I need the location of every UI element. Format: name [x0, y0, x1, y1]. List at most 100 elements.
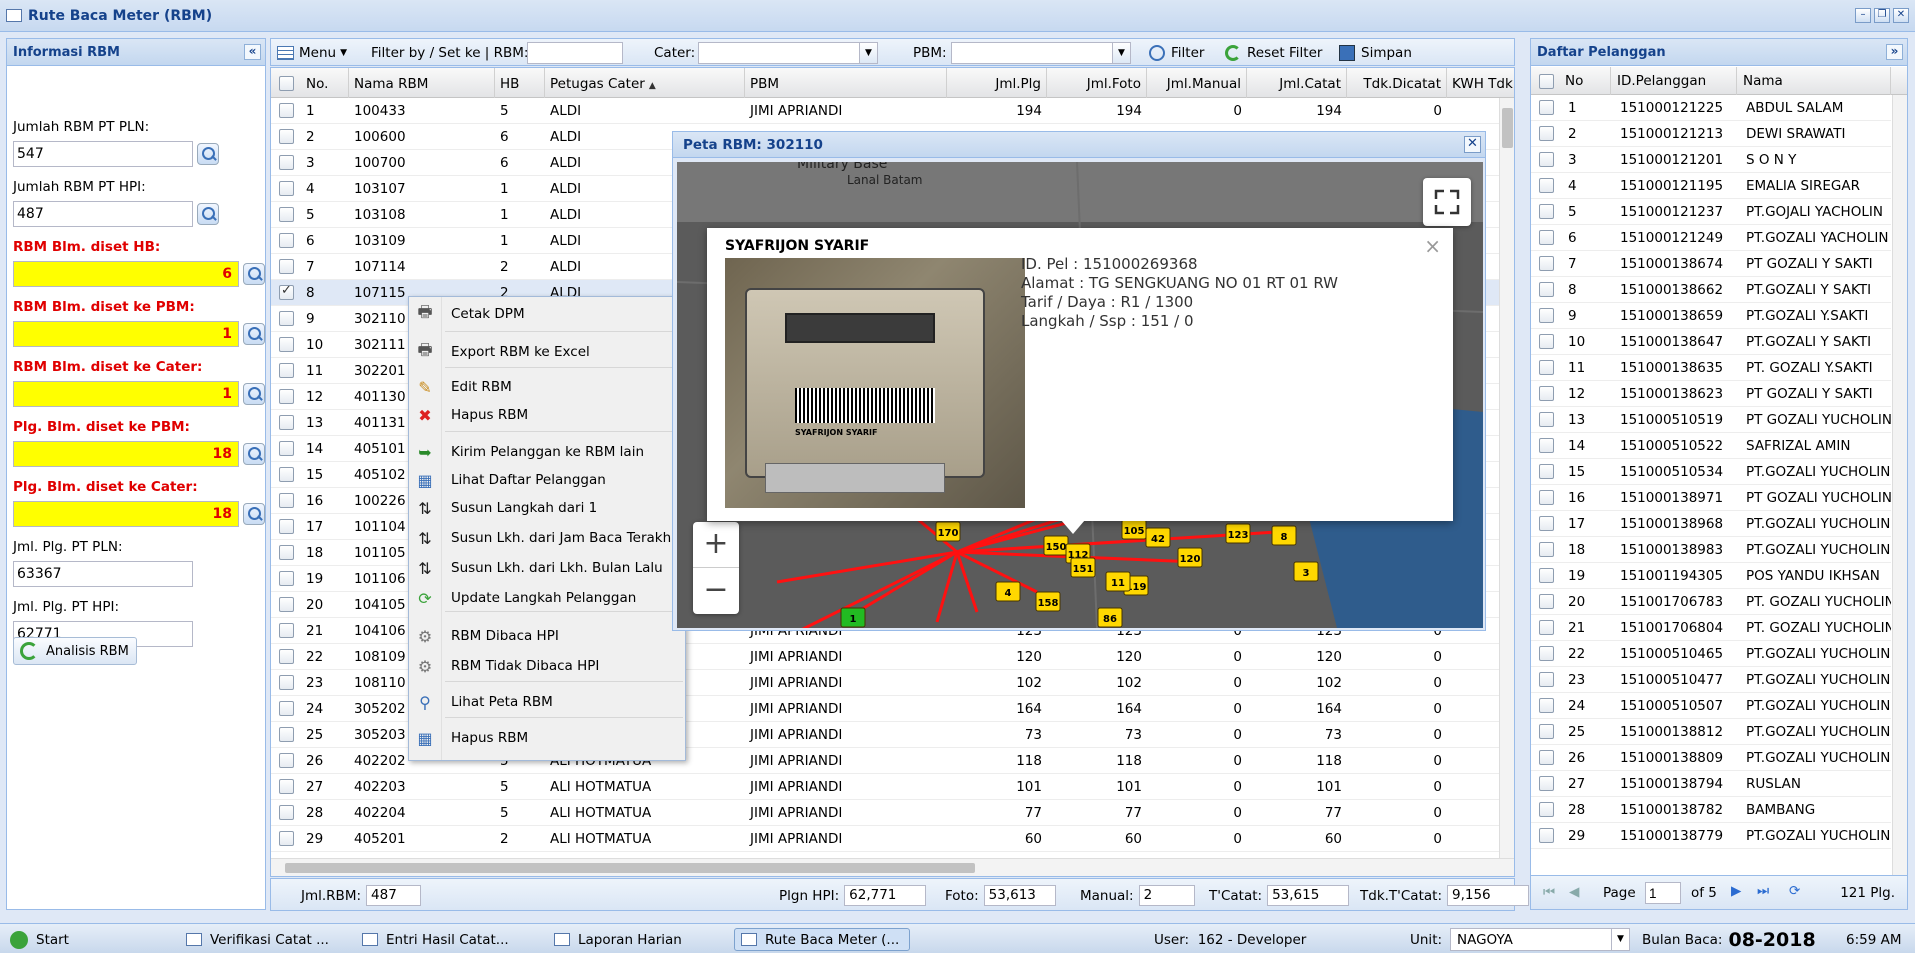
menu-item[interactable]: ⚙ RBM Tidak Dibaca HPI [409, 653, 685, 679]
row-checkbox[interactable] [279, 363, 294, 378]
map-marker[interactable]: 105 [1121, 519, 1147, 540]
row-checkbox[interactable] [279, 519, 294, 534]
chevron-down-icon[interactable]: ▼ [1112, 43, 1130, 63]
list-item[interactable]: 23 151000510477 PT.GOZALI YUCHOLIN [1531, 667, 1891, 693]
row-checkbox[interactable] [1539, 464, 1554, 479]
zoom-in-button[interactable]: + [693, 522, 739, 568]
page-input[interactable] [1645, 882, 1681, 904]
map-marker[interactable]: 86 [1097, 607, 1123, 628]
map-marker[interactable]: 3 [1293, 561, 1319, 582]
column-header[interactable]: Nama [1737, 67, 1891, 95]
row-checkbox[interactable] [1539, 334, 1554, 349]
search-icon[interactable] [243, 503, 265, 525]
search-icon[interactable] [243, 263, 265, 285]
row-checkbox[interactable] [1539, 100, 1554, 115]
rbm-input[interactable] [527, 42, 623, 64]
list-item[interactable]: 22 151000510465 PT.GOZALI YUCHOLIN [1531, 641, 1891, 667]
map-marker[interactable]: 1 [840, 607, 866, 628]
fullscreen-button[interactable] [1423, 178, 1471, 226]
next-page-icon[interactable]: ▶ [1731, 883, 1741, 899]
reset-filter-button[interactable]: Reset Filter [1225, 42, 1322, 64]
column-header[interactable]: PBM [745, 68, 947, 98]
map-marker[interactable]: 158 [1035, 591, 1061, 612]
list-item[interactable]: 5 151000121237 PT.GOJALI YACHOLIN [1531, 199, 1891, 225]
pbm-select[interactable]: ▼ [951, 42, 1131, 64]
row-checkbox[interactable] [279, 389, 294, 404]
list-item[interactable]: 11 151000138635 PT. GOZALI Y.SAKTI [1531, 355, 1891, 381]
menu-item[interactable]: ✎ Edit RBM [409, 374, 685, 400]
row-checkbox[interactable] [1539, 698, 1554, 713]
list-item[interactable]: 21 151001706804 PT. GOZALI YUCHOLIN [1531, 615, 1891, 641]
row-checkbox[interactable] [279, 311, 294, 326]
column-header[interactable]: Tdk.Dicatat [1347, 68, 1447, 98]
row-checkbox[interactable] [279, 181, 294, 196]
row-checkbox[interactable] [1539, 568, 1554, 583]
column-header[interactable]: Jml.Manual [1147, 68, 1247, 98]
row-checkbox[interactable] [279, 597, 294, 612]
row-checkbox[interactable] [279, 649, 294, 664]
row-checkbox[interactable] [1539, 256, 1554, 271]
row-checkbox[interactable] [1539, 386, 1554, 401]
column-header[interactable]: ID.Pelanggan [1611, 67, 1737, 95]
column-header[interactable]: Jml.Foto [1047, 68, 1147, 98]
menu-item[interactable]: ⇅ Susun Lkh. dari Lkh. Bulan Lalu [409, 555, 685, 581]
list-item[interactable]: 14 151000510522 SAFRIZAL AMIN [1531, 433, 1891, 459]
column-header[interactable]: Jml.Plg [947, 68, 1047, 98]
row-checkbox[interactable] [1539, 802, 1554, 817]
menu-item[interactable]: ➥ Kirim Pelanggan ke RBM lain [409, 439, 685, 465]
menu-item[interactable]: 🖶 Export RBM ke Excel [409, 339, 685, 365]
start-button[interactable]: Start [4, 928, 75, 951]
list-item[interactable]: 12 151000138623 PT GOZALI Y SAKTI [1531, 381, 1891, 407]
unit-select[interactable]: NAGOYA ▼ [1450, 928, 1630, 951]
table-row[interactable]: 28 402204 5 ALI HOTMATUA JIMI APRIANDI 77 77 0 7… [271, 800, 1501, 826]
row-checkbox[interactable] [1539, 776, 1554, 791]
row-checkbox[interactable] [279, 675, 294, 690]
menu-item[interactable]: ⚲ Lihat Peta RBM [409, 689, 685, 715]
list-item[interactable]: 17 151000138968 PT.GOZALI YUCHOLIN [1531, 511, 1891, 537]
list-item[interactable]: 9 151000138659 PT.GOZALI Y.SAKTI [1531, 303, 1891, 329]
map-marker[interactable]: 123 [1225, 523, 1251, 544]
row-checkbox[interactable] [1539, 438, 1554, 453]
column-header[interactable]: Petugas Cater ▲ [545, 68, 745, 98]
chevron-down-icon[interactable]: ▼ [1611, 929, 1629, 950]
close-button[interactable]: ✕ [1893, 8, 1909, 23]
row-checkbox[interactable] [279, 415, 294, 430]
row-checkbox[interactable] [1539, 178, 1554, 193]
menu-item[interactable]: ✖ Hapus RBM [409, 402, 685, 428]
list-item[interactable]: 19 151001194305 POS YANDU IKHSAN [1531, 563, 1891, 589]
row-checkbox[interactable] [1539, 360, 1554, 375]
list-item[interactable]: 27 151000138794 RUSLAN [1531, 771, 1891, 797]
pelanggan-vertical-scrollbar[interactable] [1892, 95, 1907, 877]
collapse-right-button[interactable]: » [1886, 44, 1903, 60]
list-item[interactable]: 25 151000138812 PT.GOZALI YUCHOLIN [1531, 719, 1891, 745]
table-row[interactable]: 27 402203 5 ALI HOTMATUA JIMI APRIANDI 101 101… [271, 774, 1501, 800]
row-checkbox[interactable] [279, 727, 294, 742]
column-header[interactable]: No [1559, 67, 1611, 95]
row-checkbox[interactable] [279, 259, 294, 274]
map-canvas[interactable]: Military Base Lanal Batam 170 150 112 151 11… [677, 162, 1483, 628]
row-checkbox[interactable] [1539, 282, 1554, 297]
row-checkbox[interactable] [279, 441, 294, 456]
row-checkbox[interactable] [1539, 646, 1554, 661]
row-checkbox[interactable] [1539, 750, 1554, 765]
row-checkbox[interactable] [279, 155, 294, 170]
menu-item[interactable]: ▦ Lihat Daftar Pelanggan [409, 467, 685, 493]
map-marker[interactable]: 4 [995, 581, 1021, 602]
search-icon[interactable] [243, 383, 265, 405]
row-checkbox[interactable] [279, 207, 294, 222]
meter-photo[interactable]: SYAFRIJON SYARIF [725, 258, 1025, 508]
column-header[interactable]: KWH Tdk Catat R [1447, 68, 1514, 98]
grid-vertical-scrollbar[interactable] [1499, 98, 1514, 858]
row-checkbox[interactable] [1539, 724, 1554, 739]
cater-select[interactable]: ▼ [698, 42, 878, 64]
list-item[interactable]: 24 151000510507 PT.GOZALI YUCHOLIN [1531, 693, 1891, 719]
list-item[interactable]: 18 151000138983 PT.GOZALI YUCHOLIN [1531, 537, 1891, 563]
chevron-down-icon[interactable]: ▼ [859, 43, 877, 63]
menu-button[interactable]: Menu ▼ [277, 42, 347, 64]
map-marker[interactable]: 120 [1177, 547, 1203, 568]
table-row[interactable]: 1 100433 5 ALDI JIMI APRIANDI 194 194 0 194 0 [271, 98, 1501, 124]
select-all-checkbox[interactable] [1539, 74, 1554, 89]
column-header[interactable]: Nama RBM [349, 68, 495, 98]
list-item[interactable]: 16 151000138971 PT GOZALI YUCHOLIN [1531, 485, 1891, 511]
menu-item[interactable]: ⚙ RBM Dibaca HPI [409, 623, 685, 649]
